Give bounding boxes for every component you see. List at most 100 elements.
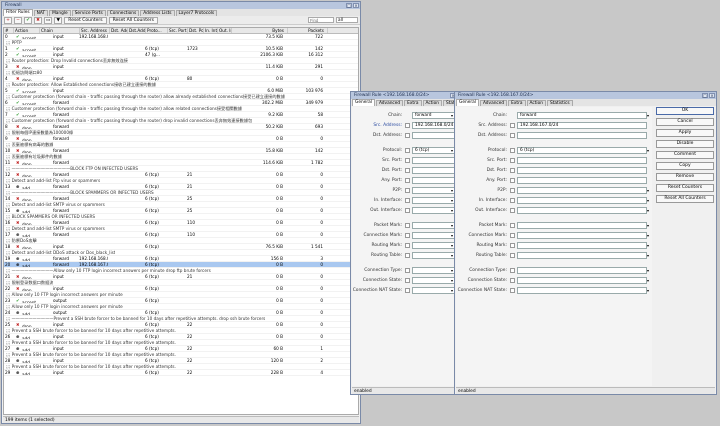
- not-checkbox[interactable]: [510, 157, 515, 163]
- field-input[interactable]: [412, 241, 456, 249]
- tab-general[interactable]: General: [456, 99, 479, 106]
- not-checkbox[interactable]: [405, 242, 410, 248]
- field-input[interactable]: [517, 206, 647, 214]
- field-input[interactable]: [412, 251, 456, 259]
- tab-extra[interactable]: Extra: [404, 100, 422, 106]
- chain-filter-select[interactable]: all: [336, 17, 358, 23]
- tab-action[interactable]: Action: [526, 100, 546, 106]
- column-header[interactable]: Proto...: [146, 28, 168, 33]
- column-header[interactable]: Src. Address: [80, 28, 110, 33]
- disable-icon[interactable]: ✖: [34, 16, 42, 24]
- column-header[interactable]: Out. Int...: [218, 28, 232, 33]
- tab-nat[interactable]: NAT: [33, 10, 49, 16]
- not-checkbox[interactable]: [405, 157, 410, 163]
- field-input[interactable]: [412, 186, 456, 194]
- not-checkbox[interactable]: [510, 277, 515, 283]
- close-icon[interactable]: ×: [709, 93, 715, 98]
- enable-icon[interactable]: ✔: [24, 16, 32, 24]
- column-header[interactable]: Bytes: [232, 28, 288, 33]
- not-checkbox[interactable]: [510, 232, 515, 238]
- not-checkbox[interactable]: [405, 132, 410, 138]
- tab-advanced[interactable]: Advanced: [479, 100, 508, 106]
- field-input[interactable]: forward: [517, 111, 647, 119]
- filter-icon[interactable]: ▼: [54, 16, 63, 24]
- field-input[interactable]: [412, 231, 456, 239]
- column-header[interactable]: Chain: [40, 28, 80, 33]
- not-checkbox[interactable]: [510, 267, 515, 273]
- comment-button[interactable]: Comment: [656, 151, 714, 159]
- not-checkbox[interactable]: [405, 147, 410, 153]
- field-input[interactable]: [412, 196, 456, 204]
- field-input[interactable]: 6 (tcp): [412, 146, 456, 154]
- table-row[interactable]: 29 ⊕ add ... input 6 (tcp) 22 228 B4: [4, 370, 358, 376]
- not-checkbox[interactable]: [405, 232, 410, 238]
- not-checkbox[interactable]: [405, 287, 410, 293]
- not-checkbox[interactable]: [405, 167, 410, 173]
- not-checkbox[interactable]: [510, 287, 515, 293]
- field-input[interactable]: [517, 286, 647, 294]
- field-input[interactable]: [412, 176, 456, 184]
- field-input[interactable]: [412, 156, 456, 164]
- field-input[interactable]: forward: [412, 111, 456, 119]
- tab-extra[interactable]: Extra: [508, 100, 526, 106]
- not-checkbox[interactable]: [510, 187, 515, 193]
- tab-connections[interactable]: Connections: [106, 10, 140, 16]
- tab-statistics[interactable]: Statistics: [546, 100, 573, 106]
- not-checkbox[interactable]: [405, 177, 410, 183]
- disable-button[interactable]: Disable: [656, 140, 714, 148]
- apply-button[interactable]: Apply: [656, 129, 714, 137]
- not-checkbox[interactable]: [510, 177, 515, 183]
- not-checkbox[interactable]: [510, 122, 515, 128]
- column-header[interactable]: Dst. Port: [188, 28, 204, 33]
- not-checkbox[interactable]: [510, 167, 515, 173]
- tab-general[interactable]: General: [352, 99, 375, 106]
- column-header[interactable]: #: [4, 28, 14, 33]
- reset-counters-button[interactable]: Reset Counters: [64, 16, 107, 24]
- tab-mangle[interactable]: Mangle: [49, 10, 71, 16]
- copy-button[interactable]: Copy: [656, 162, 714, 170]
- field-input[interactable]: [517, 176, 647, 184]
- rule-a-titlebar[interactable]: Firewall Rule <192.168.168.0/24> ×: [351, 92, 457, 99]
- field-input[interactable]: [517, 276, 647, 284]
- field-input[interactable]: [412, 166, 456, 174]
- firewall-titlebar[interactable]: Firewall □ ×: [2, 2, 360, 9]
- field-input[interactable]: [517, 131, 647, 139]
- remove-icon[interactable]: −: [14, 16, 22, 24]
- ok-button[interactable]: OK: [656, 107, 714, 115]
- remove-button[interactable]: Remove: [656, 173, 714, 181]
- field-input[interactable]: [412, 286, 456, 294]
- not-checkbox[interactable]: [405, 277, 410, 283]
- tab-advanced[interactable]: Advanced: [375, 100, 404, 106]
- find-input[interactable]: [308, 17, 334, 23]
- not-checkbox[interactable]: [510, 242, 515, 248]
- field-input[interactable]: [517, 231, 647, 239]
- field-input[interactable]: [517, 166, 647, 174]
- field-input[interactable]: [517, 156, 647, 164]
- not-checkbox[interactable]: [405, 252, 410, 258]
- not-checkbox[interactable]: [405, 222, 410, 228]
- not-checkbox[interactable]: [405, 197, 410, 203]
- field-input[interactable]: [412, 131, 456, 139]
- comment-icon[interactable]: ▭: [44, 16, 53, 24]
- not-checkbox[interactable]: [405, 267, 410, 273]
- field-input[interactable]: [517, 196, 647, 204]
- close-icon[interactable]: ×: [353, 3, 359, 8]
- not-checkbox[interactable]: [510, 252, 515, 258]
- maximize-icon[interactable]: □: [702, 93, 708, 98]
- column-header[interactable]: Dst. Address: [110, 28, 128, 33]
- tab-layer7-protocols[interactable]: Layer7 Protocols: [175, 10, 218, 16]
- not-checkbox[interactable]: [405, 122, 410, 128]
- field-input[interactable]: [517, 266, 647, 274]
- field-input[interactable]: [517, 241, 647, 249]
- tab-filter-rules[interactable]: Filter Rules: [3, 9, 33, 16]
- field-input[interactable]: [412, 206, 456, 214]
- not-checkbox[interactable]: [510, 222, 515, 228]
- field-input[interactable]: [412, 276, 456, 284]
- column-header[interactable]: In. Inte...: [204, 28, 218, 33]
- field-input[interactable]: [517, 251, 647, 259]
- field-input[interactable]: [412, 221, 456, 229]
- tab-service-ports[interactable]: Service Ports: [71, 10, 106, 16]
- reset-all-counters-button[interactable]: Reset All Counters: [108, 16, 158, 24]
- not-checkbox[interactable]: [405, 207, 410, 213]
- field-input[interactable]: [517, 221, 647, 229]
